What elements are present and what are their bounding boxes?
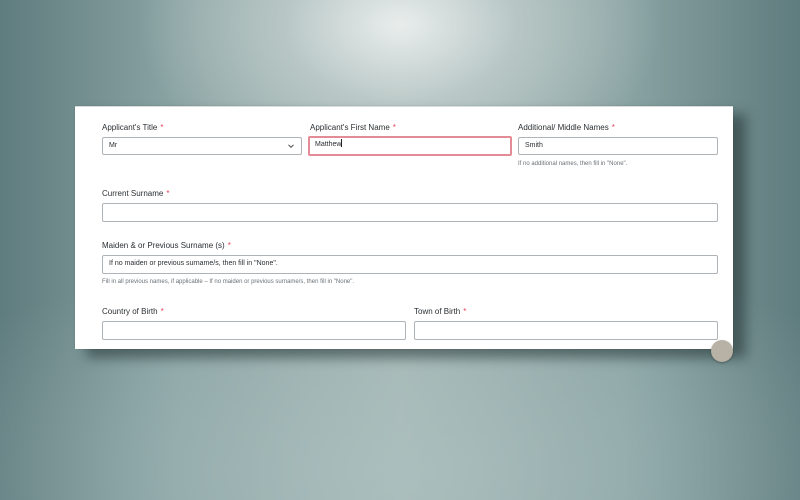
country-of-birth-label-text: Country of Birth [102,307,158,316]
required-marker: * [392,123,396,132]
current-surname-input[interactable] [102,203,718,222]
title-label: Applicant's Title * [102,123,163,133]
middle-names-label: Additional/ Middle Names * [518,123,615,133]
first-name-value: Matthew [315,141,342,148]
middle-names-help: If no additional names, then fill in "No… [518,161,628,167]
required-marker: * [166,189,170,198]
current-surname-label: Current Surname * [102,189,169,199]
required-marker: * [227,241,231,250]
town-of-birth-input[interactable] [414,321,718,340]
title-label-text: Applicant's Title [102,123,158,132]
middle-names-input[interactable]: Smith [518,137,718,155]
previous-surname-help: Fill in all previous names, if applicabl… [102,279,355,285]
required-marker: * [160,307,164,316]
text-caret [341,139,343,147]
title-select-value: Mr [109,142,118,149]
required-marker: * [463,307,467,316]
first-name-label-text: Applicant's First Name [310,123,390,132]
middle-names-label-text: Additional/ Middle Names [518,123,609,132]
first-name-label: Applicant's First Name * [310,123,396,133]
current-surname-label-text: Current Surname [102,189,164,198]
country-of-birth-input[interactable] [102,321,406,340]
middle-names-value: Smith [525,142,543,149]
town-of-birth-label: Town of Birth * [414,307,466,317]
application-form: Applicant's Title * Mr Applicant's First … [75,106,733,349]
help-circle-icon[interactable] [711,340,733,362]
required-marker: * [611,123,615,132]
previous-surname-input[interactable]: If no maiden or previous surname/s, then… [102,255,718,274]
divider [75,106,733,107]
country-of-birth-label: Country of Birth * [102,307,164,317]
town-of-birth-label-text: Town of Birth [414,307,461,316]
required-marker: * [160,123,164,132]
previous-surname-value: If no maiden or previous surname/s, then… [109,260,278,267]
previous-surname-label: Maiden & or Previous Surname (s) * [102,241,231,251]
chevron-down-icon [288,144,294,149]
first-name-input[interactable]: Matthew [308,136,512,156]
previous-surname-label-text: Maiden & or Previous Surname (s) [102,241,225,250]
title-select[interactable]: Mr [102,137,302,155]
